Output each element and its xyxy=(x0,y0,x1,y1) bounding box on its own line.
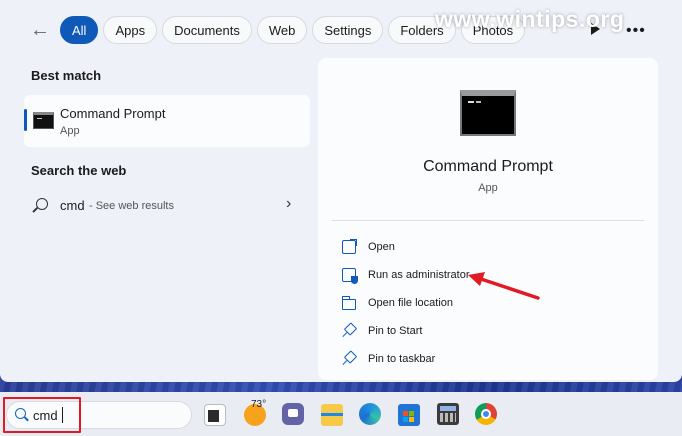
action-pin-to-start[interactable]: Pin to Start xyxy=(332,319,644,343)
command-prompt-icon xyxy=(33,112,54,129)
action-label: Open xyxy=(368,241,395,253)
web-search-result[interactable]: cmd - See web results › xyxy=(24,189,310,223)
weather-temperature: 73° xyxy=(251,399,267,410)
task-view-icon[interactable] xyxy=(204,404,226,426)
search-web-heading: Search the web xyxy=(31,163,127,178)
divider xyxy=(332,220,644,221)
chevron-right-icon[interactable]: › xyxy=(286,195,291,213)
detail-subtitle: App xyxy=(478,182,498,194)
selection-indicator xyxy=(24,109,27,131)
command-prompt-large-icon xyxy=(460,90,516,136)
filter-chip-all[interactable]: All xyxy=(60,16,99,44)
teams-chat-icon[interactable] xyxy=(282,403,304,425)
action-pin-to-taskbar[interactable]: Pin to taskbar xyxy=(332,347,644,371)
action-label: Pin to Start xyxy=(368,325,423,337)
pin-icon xyxy=(342,324,356,338)
action-open[interactable]: Open xyxy=(332,235,644,259)
result-name: Command Prompt xyxy=(60,106,166,121)
web-query: cmd xyxy=(60,198,85,213)
chrome-icon[interactable] xyxy=(475,403,497,425)
best-match-result[interactable]: Command Prompt App xyxy=(24,95,310,147)
filter-chip-web[interactable]: Web xyxy=(256,16,308,44)
back-arrow-icon[interactable]: ← xyxy=(26,16,54,44)
web-hint: - See web results xyxy=(89,200,174,212)
detail-title: Command Prompt xyxy=(423,158,553,175)
action-label: Open file location xyxy=(368,297,453,309)
result-type: App xyxy=(60,125,80,137)
action-label: Pin to taskbar xyxy=(368,353,436,365)
file-explorer-icon[interactable] xyxy=(321,404,343,426)
action-label: Run as administrator xyxy=(368,269,470,281)
filter-chip-documents[interactable]: Documents xyxy=(162,16,252,44)
best-match-heading: Best match xyxy=(31,68,102,83)
shield-admin-icon xyxy=(342,268,358,284)
detail-pane: Command Prompt App Open Run as administr… xyxy=(318,58,658,380)
search-icon xyxy=(36,198,48,210)
pin-icon xyxy=(342,352,356,366)
calculator-icon[interactable] xyxy=(437,403,459,425)
filter-chip-apps[interactable]: Apps xyxy=(103,16,158,44)
annotation-highlight-box xyxy=(3,397,81,433)
folder-icon xyxy=(342,295,356,310)
more-options-icon[interactable]: ••• xyxy=(626,22,646,40)
watermark: www.wintips.org xyxy=(435,6,625,32)
start-search-panel: ← All Apps Documents Web Settings Folder… xyxy=(0,0,682,382)
filter-chip-settings[interactable]: Settings xyxy=(312,16,384,44)
annotation-arrow xyxy=(468,272,540,300)
open-icon xyxy=(342,239,357,254)
store-icon[interactable] xyxy=(398,404,420,426)
edge-icon[interactable] xyxy=(359,403,381,425)
